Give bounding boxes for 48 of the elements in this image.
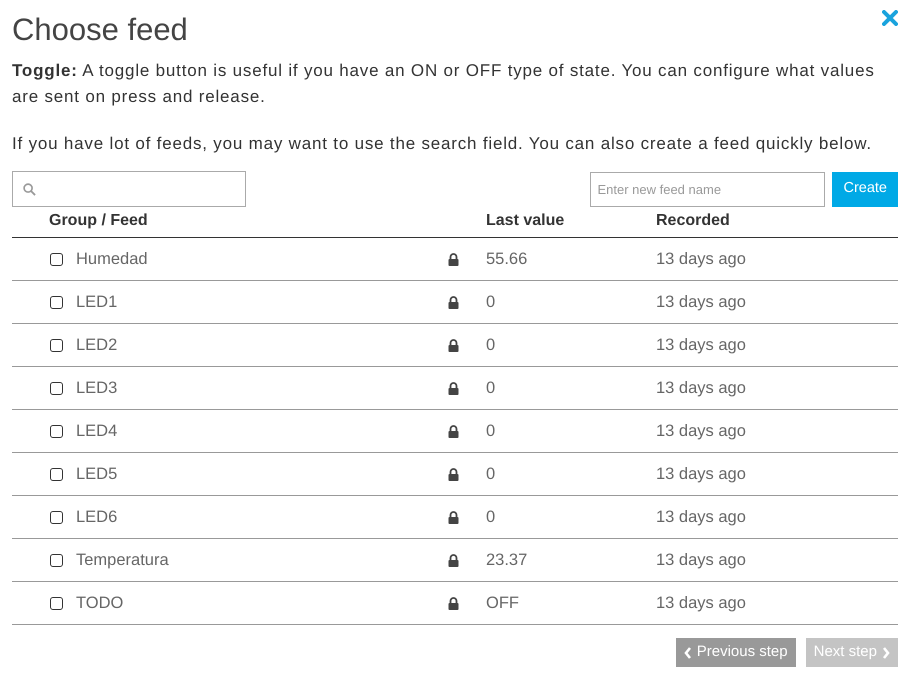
chevron-left-icon <box>684 646 692 658</box>
dialog-title: Choose feed <box>12 11 188 49</box>
last-value: 23.37 <box>486 550 528 569</box>
feed-name: LED1 <box>76 292 118 313</box>
search-icon <box>23 182 36 196</box>
last-value: 0 <box>486 464 496 483</box>
recorded-time: 13 days ago <box>656 336 746 354</box>
last-value: OFF <box>486 594 519 612</box>
last-value: 0 <box>486 378 496 397</box>
feed-name-field[interactable]: Enter new feed name <box>590 172 826 206</box>
recorded-time: 13 days ago <box>656 464 746 483</box>
recorded-time: 13 days ago <box>656 250 746 268</box>
last-value: 0 <box>486 292 496 311</box>
last-value: 0 <box>486 508 496 526</box>
checkbox[interactable] <box>50 554 63 566</box>
checkbox[interactable] <box>50 382 63 394</box>
checkbox[interactable] <box>50 468 63 480</box>
feed-name: LED6 <box>76 506 118 528</box>
description-text: Toggle: A toggle button is useful if you have an ON or OFF type of state. You can configure what values are sent on press and release. <box>12 60 876 108</box>
recorded-time: 13 days ago <box>656 422 746 440</box>
recorded-time: 13 days ago <box>656 508 746 526</box>
checkbox[interactable] <box>50 296 63 308</box>
last-value: 55.66 <box>486 250 528 268</box>
recorded-time: 13 days ago <box>656 594 746 612</box>
column-header[interactable]: Recorded <box>656 212 730 229</box>
recorded-time: 13 days ago <box>656 550 746 569</box>
recorded-time: 13 days ago <box>656 292 746 311</box>
feed-name: Temperatura <box>76 550 169 571</box>
feed-name: LED2 <box>76 334 118 356</box>
chevron-right-icon <box>882 646 890 658</box>
checkbox[interactable] <box>50 252 63 266</box>
feed-name: LED3 <box>76 378 118 399</box>
checkbox[interactable] <box>50 338 63 352</box>
column-header[interactable]: Group / Feed <box>49 212 148 229</box>
checkbox[interactable] <box>50 596 63 610</box>
close-icon[interactable] <box>882 10 898 26</box>
search-field[interactable] <box>12 171 246 207</box>
feed-name: LED5 <box>76 464 118 485</box>
feed-name: Humedad <box>76 248 148 270</box>
checkbox[interactable] <box>50 424 63 438</box>
recorded-time: 13 days ago <box>656 378 746 397</box>
last-value: 0 <box>486 336 496 354</box>
last-value: 0 <box>486 422 496 440</box>
feed-name: TODO <box>76 592 124 614</box>
checkbox[interactable] <box>50 510 63 524</box>
feed-name: LED4 <box>76 420 118 442</box>
column-header[interactable]: Last value <box>486 212 564 229</box>
hint-text: If you have lot of feeds, you may want to use the search field. You can also create a feed quickly below. <box>12 133 872 155</box>
